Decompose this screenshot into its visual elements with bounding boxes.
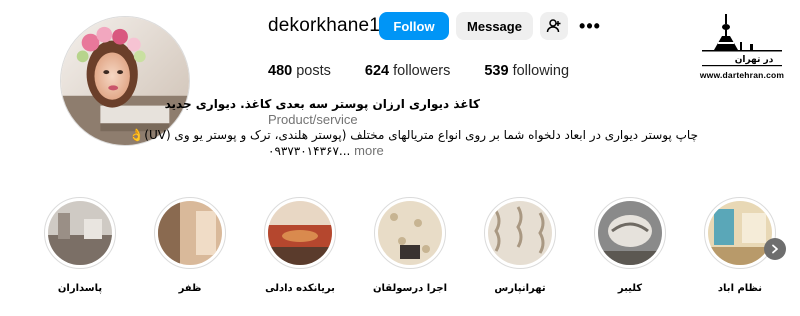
following-stat[interactable]: 539 following — [484, 63, 569, 79]
highlight-item[interactable]: کلیبر — [590, 197, 670, 294]
highlight-thumbnail — [48, 201, 112, 265]
highlight-ring — [594, 197, 666, 269]
followers-count: 624 — [364, 63, 390, 79]
username: dekorkhane1 — [268, 15, 381, 36]
add-user-icon — [546, 19, 561, 33]
highlight-ring — [154, 197, 226, 269]
following-count: 539 — [484, 63, 509, 79]
highlight-label: اجرا درسولقان — [373, 283, 447, 294]
highlight-ring — [374, 197, 446, 269]
highlight-label: بریانکده دادلی — [265, 283, 335, 294]
highlight-ring — [264, 197, 336, 269]
bio-name: کاغذ دیواری ارزان پوستر سه بعدی کاغذ. دی… — [164, 97, 480, 111]
highlights-next-button[interactable] — [764, 238, 786, 260]
highlight-item[interactable]: تهرانپارس — [480, 197, 560, 294]
posts-label: posts — [296, 63, 331, 79]
following-label: following — [512, 63, 570, 79]
highlight-label: تهرانپارس — [494, 283, 546, 294]
follow-button[interactable]: Follow — [379, 12, 449, 40]
profile-stats: 480 posts 624 followers 539 following — [268, 63, 569, 79]
avatar-image — [61, 17, 189, 145]
chevron-right-icon — [772, 244, 778, 254]
posts-count: 480 — [268, 63, 293, 79]
highlight-thumbnail — [268, 201, 332, 265]
followers-stat[interactable]: 624 followers — [365, 63, 450, 79]
highlight-item[interactable]: ظفر — [150, 197, 230, 294]
watermark-logo: در تهران www.dartehran.com — [694, 12, 790, 90]
highlight-thumbnail — [708, 201, 772, 265]
highlight-thumbnail — [598, 201, 662, 265]
posts-stat: 480 posts — [268, 63, 331, 79]
highlight-item[interactable]: پاسداران — [40, 197, 120, 294]
highlight-item[interactable]: اجرا درسولقان — [370, 197, 450, 294]
highlight-thumbnail — [378, 201, 442, 265]
highlight-thumbnail — [158, 201, 222, 265]
highlight-label: کلیبر — [617, 283, 643, 294]
bio-phone: ۰۹۳۷۳۰۱۴۳۶۷... — [268, 144, 351, 158]
bio-category: Product/service — [268, 112, 358, 127]
highlight-ring — [704, 197, 776, 269]
message-button[interactable]: Message — [456, 12, 533, 40]
bio-text: چاپ پوستر دیواری در ابعاد دلخواه شما بر … — [129, 127, 698, 159]
more-options-button[interactable]: ••• — [576, 12, 604, 40]
story-highlights: پاسداران ظفر بریانکده دادلی اجرا درسولقا… — [0, 197, 800, 307]
highlight-item[interactable]: بریانکده دادلی — [260, 197, 340, 294]
watermark-url: www.dartehran.com — [699, 70, 785, 80]
highlight-label: پاسداران — [57, 283, 103, 294]
svg-text:در تهران: در تهران — [735, 55, 774, 65]
highlight-ring — [44, 197, 116, 269]
bio-line-2: ۰۹۳۷۳۰۱۴۳۶۷... more — [268, 143, 698, 159]
bio-line-1: چاپ پوستر دیواری در ابعاد دلخواه شما بر … — [129, 128, 698, 142]
highlight-label: ظفر — [178, 283, 202, 294]
highlight-thumbnail — [488, 201, 552, 265]
tehran-tower-logo: در تهران — [702, 14, 782, 67]
followers-label: followers — [393, 63, 451, 79]
highlight-ring — [484, 197, 556, 269]
highlight-label: نظام اباد — [717, 283, 763, 294]
bio-more-link[interactable]: more — [354, 143, 384, 158]
suggested-accounts-button[interactable] — [540, 12, 568, 40]
